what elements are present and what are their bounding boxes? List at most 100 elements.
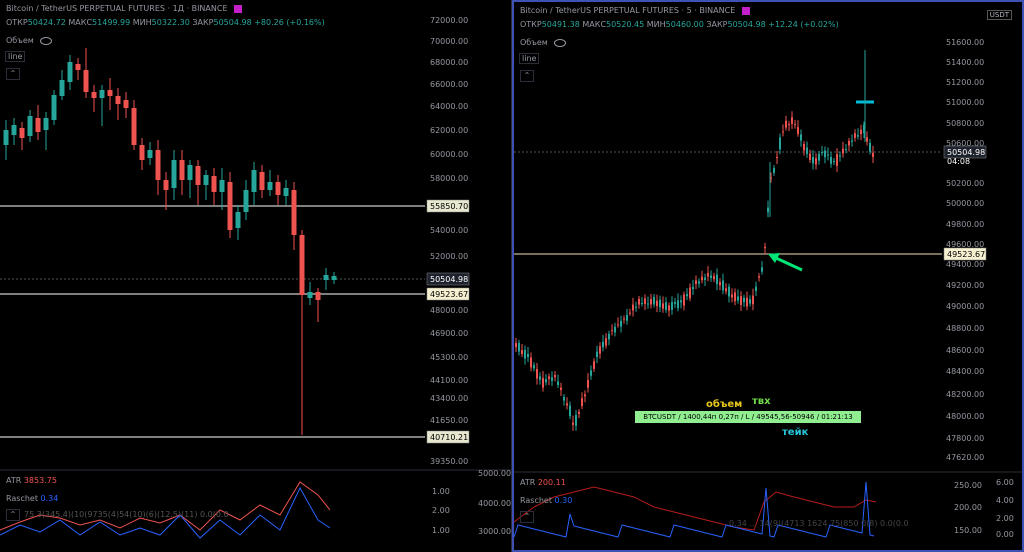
collapse-legend-button[interactable]: ⌃ [520, 70, 534, 82]
candle-body [584, 394, 586, 397]
low-value: 50322.30 [151, 18, 190, 27]
candle-body [331, 276, 337, 280]
candle-body [872, 152, 874, 157]
price-axis-label: 51000.00 [946, 98, 984, 107]
candle-body [773, 168, 775, 173]
candle-body [749, 299, 751, 304]
price-axis-label: 50200.00 [946, 179, 984, 188]
price-axis-label: 50800.00 [946, 119, 984, 128]
symbol-title[interactable]: Bitcoin / TetherUS PERPETUAL FUTURES · 1… [6, 4, 243, 13]
chart-pane-5min[interactable]: 51600.00 51400.00 51200.00 51000.00 50800.00… [512, 0, 1024, 552]
atr-value: 200.11 [537, 478, 566, 487]
candle-body [737, 296, 739, 301]
collapse-legend-button[interactable]: ⌃ [6, 68, 20, 80]
open-value: 50424.72 [27, 18, 66, 27]
candle-body [179, 160, 185, 180]
candle-body [815, 158, 817, 165]
price-axis-label: 64000.00 [430, 102, 468, 111]
price-axis-label: 51600.00 [946, 38, 984, 47]
candle-body [686, 294, 688, 297]
candle-body [115, 96, 121, 104]
eye-icon[interactable] [553, 38, 566, 47]
candle-body [578, 412, 580, 414]
candle-body [107, 90, 113, 96]
atr-legend[interactable]: ATR 200.11 [520, 478, 566, 487]
candle-body [707, 273, 709, 277]
price-axis-label: 48000.00 [430, 306, 468, 315]
atr-legend[interactable]: ATR 3853.75 [6, 476, 57, 485]
candle-body [701, 276, 703, 281]
chart-pane-daily[interactable]: 72000.00 70000.00 68000.00 66000.00 64000.00… [0, 0, 512, 552]
line-indicator-label[interactable]: line [5, 51, 26, 62]
ohlc-legend: ОТКР50424.72 МАКС51499.99 МИН50322.30 ЗА… [6, 18, 325, 27]
candle-body [259, 172, 265, 190]
collapse-indicator-button[interactable]: ⌃ [520, 511, 534, 523]
candle-body [291, 190, 297, 235]
indicator-axis-label: 3000.00 [478, 527, 511, 536]
change-value: +12.24 (+0.02%) [768, 20, 839, 29]
symbol-title[interactable]: Bitcoin / TetherUS PERPETUAL FUTURES · 5… [520, 6, 750, 15]
price-axis-label: 48800.00 [946, 324, 984, 333]
eye-icon[interactable] [39, 36, 52, 45]
candle-body [671, 302, 673, 310]
volume-label: Объем [6, 36, 34, 45]
candle-body [599, 346, 601, 354]
raschet-label: Raschet [6, 494, 38, 503]
candle-body [716, 274, 718, 285]
indicator-axis-label: 200.00 [954, 503, 982, 512]
price-axis-label: 46900.00 [430, 329, 468, 338]
candle-body [569, 405, 571, 417]
candle-body [800, 134, 802, 141]
raschet-legend[interactable]: Raschet 0.34 [6, 494, 58, 503]
indicator-axis-label: 250.00 [954, 481, 982, 490]
candle-body [674, 302, 676, 304]
entry-arrow [775, 256, 803, 272]
indicator-axis-label: 5000.00 [478, 469, 511, 478]
price-axis-label: 45300.00 [430, 353, 468, 362]
price-axis-label: 66000.00 [430, 80, 468, 89]
symbol-title-text: Bitcoin / TetherUS PERPETUAL FUTURES · 5… [520, 6, 736, 15]
price-axis-label: 48400.00 [946, 367, 984, 376]
five-min-chart-canvas[interactable]: 51600.00 51400.00 51200.00 51000.00 50800.00… [514, 2, 1022, 550]
volume-legend[interactable]: Объем [520, 38, 566, 47]
candle-body [803, 144, 805, 151]
candle-body [283, 188, 289, 196]
candle-body [227, 182, 233, 230]
candle-body [824, 150, 826, 158]
price-axis-label: 49800.00 [946, 220, 984, 229]
candle-body [99, 90, 105, 98]
candle-body [806, 147, 808, 154]
volume-legend[interactable]: Объем [6, 36, 52, 45]
candle-body [698, 281, 700, 284]
flag-icon[interactable] [234, 4, 243, 13]
candle-body [638, 298, 640, 305]
candle-body [851, 140, 853, 142]
currency-badge[interactable]: USDT [986, 10, 1012, 20]
candle-body [554, 374, 556, 378]
raschet-legend[interactable]: Raschet 0.30 [520, 496, 572, 505]
line-indicator-label[interactable]: line [519, 53, 540, 64]
candle-body [575, 415, 577, 426]
candle-body [659, 299, 661, 308]
price-axis-label: 49000.00 [946, 302, 984, 311]
candle-body [791, 117, 793, 124]
candle-body [560, 387, 562, 390]
candle-body [794, 123, 796, 125]
candle-body [821, 152, 823, 153]
candle-body [869, 143, 871, 152]
price-axis-label: 49400.00 [946, 260, 984, 269]
collapse-indicator-button[interactable]: ⌃ [6, 509, 20, 521]
candle-body [43, 118, 49, 130]
candle-body [581, 398, 583, 406]
candle-body [620, 320, 622, 327]
daily-chart-canvas[interactable]: 72000.00 70000.00 68000.00 66000.00 64000.00… [0, 0, 511, 552]
flag-icon[interactable] [741, 6, 750, 15]
candle-body [836, 154, 838, 166]
candle-body [833, 161, 835, 162]
candle-body [299, 235, 305, 295]
price-axis-label: 44100.00 [430, 376, 468, 385]
candle-body [647, 303, 649, 305]
candle-body [782, 131, 784, 133]
price-tag-level: 49523.67 [947, 250, 985, 259]
candle-body [689, 287, 691, 299]
